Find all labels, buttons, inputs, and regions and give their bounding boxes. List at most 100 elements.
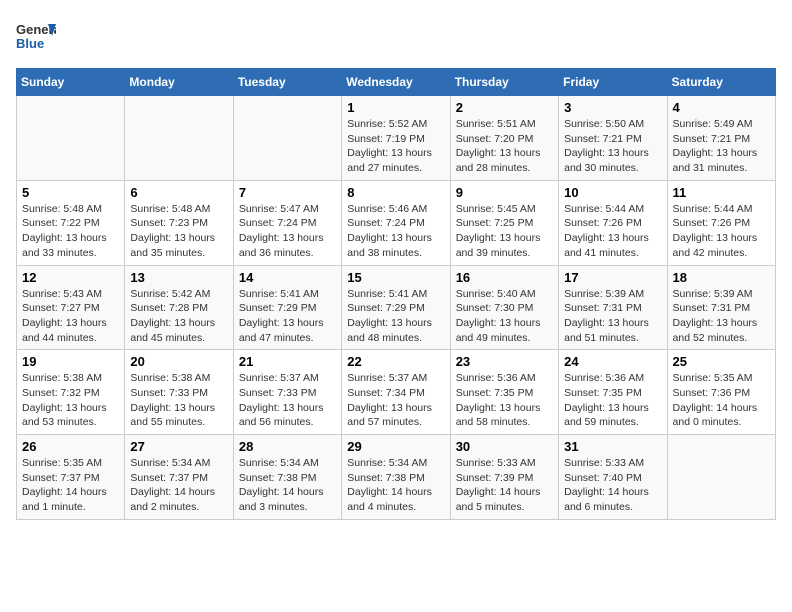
day-number: 13 <box>130 270 227 285</box>
calendar-header-row: SundayMondayTuesdayWednesdayThursdayFrid… <box>17 69 776 96</box>
day-info: Sunrise: 5:35 AMSunset: 7:37 PMDaylight:… <box>22 456 119 515</box>
day-info: Sunrise: 5:37 AMSunset: 7:34 PMDaylight:… <box>347 371 444 430</box>
day-info: Sunrise: 5:50 AMSunset: 7:21 PMDaylight:… <box>564 117 661 176</box>
calendar-cell: 25 Sunrise: 5:35 AMSunset: 7:36 PMDayligh… <box>667 350 775 435</box>
day-number: 12 <box>22 270 119 285</box>
day-number: 25 <box>673 354 770 369</box>
day-info: Sunrise: 5:40 AMSunset: 7:30 PMDaylight:… <box>456 287 553 346</box>
day-info: Sunrise: 5:34 AMSunset: 7:38 PMDaylight:… <box>239 456 336 515</box>
calendar-cell: 22 Sunrise: 5:37 AMSunset: 7:34 PMDayligh… <box>342 350 450 435</box>
calendar-cell <box>17 96 125 181</box>
calendar-cell <box>125 96 233 181</box>
calendar-cell <box>667 435 775 520</box>
day-number: 5 <box>22 185 119 200</box>
logo: General Blue <box>16 16 60 56</box>
day-info: Sunrise: 5:38 AMSunset: 7:32 PMDaylight:… <box>22 371 119 430</box>
day-number: 11 <box>673 185 770 200</box>
day-info: Sunrise: 5:41 AMSunset: 7:29 PMDaylight:… <box>239 287 336 346</box>
calendar-cell: 11 Sunrise: 5:44 AMSunset: 7:26 PMDayligh… <box>667 180 775 265</box>
day-info: Sunrise: 5:51 AMSunset: 7:20 PMDaylight:… <box>456 117 553 176</box>
calendar-cell: 20 Sunrise: 5:38 AMSunset: 7:33 PMDayligh… <box>125 350 233 435</box>
day-number: 16 <box>456 270 553 285</box>
calendar-cell <box>233 96 341 181</box>
day-info: Sunrise: 5:36 AMSunset: 7:35 PMDaylight:… <box>456 371 553 430</box>
day-number: 18 <box>673 270 770 285</box>
calendar-cell: 15 Sunrise: 5:41 AMSunset: 7:29 PMDayligh… <box>342 265 450 350</box>
page-header: General Blue <box>16 16 776 56</box>
calendar-week-5: 26 Sunrise: 5:35 AMSunset: 7:37 PMDayligh… <box>17 435 776 520</box>
calendar-week-4: 19 Sunrise: 5:38 AMSunset: 7:32 PMDayligh… <box>17 350 776 435</box>
header-tuesday: Tuesday <box>233 69 341 96</box>
day-number: 29 <box>347 439 444 454</box>
calendar-cell: 26 Sunrise: 5:35 AMSunset: 7:37 PMDayligh… <box>17 435 125 520</box>
calendar-cell: 29Sunrise: 5:34 AMSunset: 7:38 PMDayligh… <box>342 435 450 520</box>
day-info: Sunrise: 5:33 AMSunset: 7:40 PMDaylight:… <box>564 456 661 515</box>
day-info: Sunrise: 5:48 AMSunset: 7:22 PMDaylight:… <box>22 202 119 261</box>
day-info: Sunrise: 5:37 AMSunset: 7:33 PMDaylight:… <box>239 371 336 430</box>
day-info: Sunrise: 5:44 AMSunset: 7:26 PMDaylight:… <box>564 202 661 261</box>
calendar-cell: 21 Sunrise: 5:37 AMSunset: 7:33 PMDayligh… <box>233 350 341 435</box>
calendar-cell: 30Sunrise: 5:33 AMSunset: 7:39 PMDayligh… <box>450 435 558 520</box>
day-number: 14 <box>239 270 336 285</box>
day-number: 9 <box>456 185 553 200</box>
day-number: 15 <box>347 270 444 285</box>
day-number: 31 <box>564 439 661 454</box>
day-number: 23 <box>456 354 553 369</box>
calendar-cell: 16 Sunrise: 5:40 AMSunset: 7:30 PMDayligh… <box>450 265 558 350</box>
calendar-cell: 24Sunrise: 5:36 AMSunset: 7:35 PMDayligh… <box>559 350 667 435</box>
day-info: Sunrise: 5:45 AMSunset: 7:25 PMDaylight:… <box>456 202 553 261</box>
day-info: Sunrise: 5:39 AMSunset: 7:31 PMDaylight:… <box>673 287 770 346</box>
calendar-cell: 2 Sunrise: 5:51 AMSunset: 7:20 PMDaylight… <box>450 96 558 181</box>
calendar-cell: 31 Sunrise: 5:33 AMSunset: 7:40 PMDayligh… <box>559 435 667 520</box>
calendar-cell: 6Sunrise: 5:48 AMSunset: 7:23 PMDaylight… <box>125 180 233 265</box>
day-info: Sunrise: 5:36 AMSunset: 7:35 PMDaylight:… <box>564 371 661 430</box>
header-monday: Monday <box>125 69 233 96</box>
day-info: Sunrise: 5:52 AMSunset: 7:19 PMDaylight:… <box>347 117 444 176</box>
day-info: Sunrise: 5:47 AMSunset: 7:24 PMDaylight:… <box>239 202 336 261</box>
day-number: 8 <box>347 185 444 200</box>
calendar-cell: 23 Sunrise: 5:36 AMSunset: 7:35 PMDayligh… <box>450 350 558 435</box>
day-info: Sunrise: 5:46 AMSunset: 7:24 PMDaylight:… <box>347 202 444 261</box>
calendar-cell: 28 Sunrise: 5:34 AMSunset: 7:38 PMDayligh… <box>233 435 341 520</box>
day-number: 26 <box>22 439 119 454</box>
day-number: 17 <box>564 270 661 285</box>
calendar-cell: 17Sunrise: 5:39 AMSunset: 7:31 PMDayligh… <box>559 265 667 350</box>
calendar-table: SundayMondayTuesdayWednesdayThursdayFrid… <box>16 68 776 520</box>
calendar-week-3: 12Sunrise: 5:43 AMSunset: 7:27 PMDayligh… <box>17 265 776 350</box>
header-thursday: Thursday <box>450 69 558 96</box>
header-saturday: Saturday <box>667 69 775 96</box>
calendar-body: 1 Sunrise: 5:52 AMSunset: 7:19 PMDaylight… <box>17 96 776 520</box>
day-info: Sunrise: 5:41 AMSunset: 7:29 PMDaylight:… <box>347 287 444 346</box>
calendar-cell: 13 Sunrise: 5:42 AMSunset: 7:28 PMDayligh… <box>125 265 233 350</box>
day-number: 22 <box>347 354 444 369</box>
calendar-cell: 8 Sunrise: 5:46 AMSunset: 7:24 PMDaylight… <box>342 180 450 265</box>
day-info: Sunrise: 5:35 AMSunset: 7:36 PMDaylight:… <box>673 371 770 430</box>
calendar-cell: 1 Sunrise: 5:52 AMSunset: 7:19 PMDaylight… <box>342 96 450 181</box>
day-number: 28 <box>239 439 336 454</box>
day-number: 2 <box>456 100 553 115</box>
calendar-cell: 4 Sunrise: 5:49 AMSunset: 7:21 PMDaylight… <box>667 96 775 181</box>
calendar-cell: 9 Sunrise: 5:45 AMSunset: 7:25 PMDaylight… <box>450 180 558 265</box>
calendar-cell: 10Sunrise: 5:44 AMSunset: 7:26 PMDayligh… <box>559 180 667 265</box>
svg-text:Blue: Blue <box>16 36 44 51</box>
calendar-cell: 27 Sunrise: 5:34 AMSunset: 7:37 PMDayligh… <box>125 435 233 520</box>
calendar-cell: 3 Sunrise: 5:50 AMSunset: 7:21 PMDaylight… <box>559 96 667 181</box>
day-info: Sunrise: 5:42 AMSunset: 7:28 PMDaylight:… <box>130 287 227 346</box>
day-number: 3 <box>564 100 661 115</box>
header-wednesday: Wednesday <box>342 69 450 96</box>
day-info: Sunrise: 5:44 AMSunset: 7:26 PMDaylight:… <box>673 202 770 261</box>
calendar-cell: 7Sunrise: 5:47 AMSunset: 7:24 PMDaylight… <box>233 180 341 265</box>
day-number: 21 <box>239 354 336 369</box>
day-info: Sunrise: 5:34 AMSunset: 7:37 PMDaylight:… <box>130 456 227 515</box>
day-info: Sunrise: 5:38 AMSunset: 7:33 PMDaylight:… <box>130 371 227 430</box>
day-number: 1 <box>347 100 444 115</box>
day-number: 20 <box>130 354 227 369</box>
day-info: Sunrise: 5:49 AMSunset: 7:21 PMDaylight:… <box>673 117 770 176</box>
day-info: Sunrise: 5:33 AMSunset: 7:39 PMDaylight:… <box>456 456 553 515</box>
day-number: 19 <box>22 354 119 369</box>
header-sunday: Sunday <box>17 69 125 96</box>
calendar-cell: 14 Sunrise: 5:41 AMSunset: 7:29 PMDayligh… <box>233 265 341 350</box>
day-number: 4 <box>673 100 770 115</box>
day-number: 27 <box>130 439 227 454</box>
calendar-cell: 5 Sunrise: 5:48 AMSunset: 7:22 PMDaylight… <box>17 180 125 265</box>
